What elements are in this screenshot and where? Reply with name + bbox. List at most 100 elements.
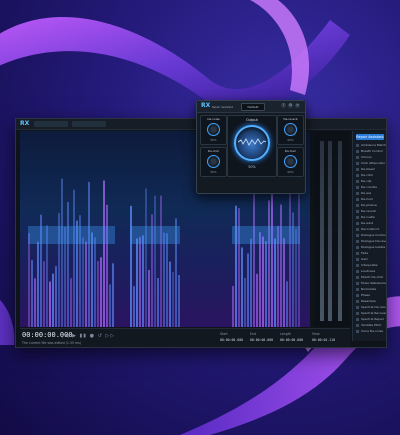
spectrogram-column: [166, 233, 168, 327]
preset-selector[interactable]: Default: [241, 103, 265, 111]
spectrogram-column: [31, 260, 33, 327]
spectrogram-band: [232, 226, 300, 244]
view-label: View: [312, 332, 320, 336]
module-item[interactable]: De-crackle: [356, 185, 386, 189]
plugin-window: RX Repair Assistant Default ? ⚙ × De-noi…: [196, 100, 306, 194]
spectrogram-column: [106, 204, 108, 327]
file-tab[interactable]: [72, 121, 106, 127]
meter-output: [338, 141, 342, 321]
spectrogram-column: [178, 275, 180, 327]
selection-start-value[interactable]: 00:00:00.000: [220, 338, 243, 342]
module-item[interactable]: Spectral Recovery: [356, 311, 386, 315]
module-item[interactable]: Fade: [356, 251, 386, 255]
module-item[interactable]: Mouth De-click: [356, 275, 386, 279]
spectrogram-column: [67, 201, 69, 327]
gear-icon[interactable]: ⚙: [288, 103, 293, 108]
selection-end-value[interactable]: 00:00:00.000: [250, 338, 273, 342]
spectrogram-column: [280, 204, 282, 327]
knob-de-hum[interactable]: De-hum 50%: [277, 147, 304, 177]
transport-controls[interactable]: |◀ ▶ ▮▮ ● ↺ ▷▷: [62, 333, 115, 339]
module-item[interactable]: De-wind: [356, 221, 386, 225]
spectrogram-column: [103, 180, 105, 327]
plugin-subtitle: Repair Assistant: [212, 106, 233, 109]
selection-start-label: Start: [220, 332, 228, 336]
module-item[interactable]: Ambience Match: [356, 143, 386, 147]
selection-length-value[interactable]: 00:00:00.000: [280, 338, 303, 342]
module-item[interactable]: Voice De-noise: [356, 329, 386, 333]
spectrogram-column: [274, 238, 276, 327]
module-item[interactable]: De-clip: [356, 179, 386, 183]
knob-icon[interactable]: [207, 123, 220, 136]
module-sidebar: Repair Assistant Ambience Match Breath Co…: [352, 131, 386, 341]
spectrogram-column: [250, 238, 252, 327]
module-item[interactable]: Dialogue De-reverb: [356, 239, 386, 243]
module-item[interactable]: Click Attenuator: [356, 161, 386, 165]
spectrogram-column: [163, 232, 165, 327]
module-item[interactable]: Breath Control: [356, 149, 386, 153]
spectrogram-band: [130, 226, 180, 244]
selection-end-label: End: [250, 332, 257, 336]
module-item[interactable]: De-click: [356, 173, 386, 177]
module-item[interactable]: Loudness: [356, 269, 386, 273]
knob-icon[interactable]: [284, 155, 297, 168]
module-item[interactable]: Spectral De-noise: [356, 305, 386, 309]
spectrogram-column: [82, 237, 84, 327]
module-item[interactable]: De-hum: [356, 197, 386, 201]
spectrogram-column: [109, 284, 111, 327]
module-item[interactable]: Spectral Repair: [356, 317, 386, 321]
spectrogram-column: [298, 181, 300, 327]
knob-icon[interactable]: [284, 123, 297, 136]
output-control[interactable]: Output 50%: [227, 115, 277, 177]
module-item[interactable]: Dialogue Isolate: [356, 245, 386, 249]
module-item[interactable]: Music Rebalance: [356, 281, 386, 285]
module-item[interactable]: Interpolate: [356, 263, 386, 267]
help-icon[interactable]: ?: [281, 103, 286, 108]
app-logo: RX: [20, 120, 30, 127]
module-item[interactable]: De-plosive: [356, 203, 386, 207]
knob-de-click[interactable]: De-click 50%: [200, 147, 227, 177]
spectrogram-column: [55, 266, 57, 327]
plugin-header: RX Repair Assistant Default ? ⚙ ×: [197, 101, 305, 113]
module-item[interactable]: Normalize: [356, 287, 386, 291]
transport-bar: 00:00:00.000 The current file was edited…: [20, 328, 350, 347]
module-item[interactable]: De-bleed: [356, 167, 386, 171]
module-item[interactable]: Dialogue Contour: [356, 233, 386, 237]
close-icon[interactable]: ×: [295, 103, 300, 108]
view-value[interactable]: 00:00:04.110: [312, 338, 335, 342]
module-item[interactable]: Gain: [356, 257, 386, 261]
module-item[interactable]: De-rustle: [356, 215, 386, 219]
module-item[interactable]: Chorus: [356, 155, 386, 159]
spectrogram-column: [142, 235, 144, 327]
repair-assistant-button[interactable]: Repair Assistant: [356, 134, 384, 140]
module-item[interactable]: Resample: [356, 299, 386, 303]
spectrogram-column: [283, 238, 285, 327]
spectrogram-column: [70, 278, 72, 327]
spectrogram-column: [94, 237, 96, 327]
spectrogram-column: [49, 281, 51, 327]
spectrogram-column: [235, 205, 237, 327]
knob-de-noise[interactable]: De-noise 50%: [200, 115, 227, 145]
spectrogram-column: [52, 273, 54, 327]
module-item[interactable]: Phase: [356, 293, 386, 297]
module-item[interactable]: Variable Pitch: [356, 323, 386, 327]
spectrogram-column: [61, 178, 63, 327]
knob-de-reverb[interactable]: De-reverb 50%: [277, 115, 304, 145]
spectrogram-column: [256, 273, 258, 327]
spectrogram-column: [97, 260, 99, 327]
spectrogram-column: [271, 178, 273, 327]
spectrogram-column: [172, 271, 174, 327]
waveform-icon: [238, 138, 266, 146]
spectrogram-column: [289, 178, 291, 327]
spectrogram-column: [136, 238, 138, 327]
spectrogram-column: [247, 253, 249, 327]
spectrogram-column: [130, 205, 132, 327]
module-item[interactable]: De-ess: [356, 191, 386, 195]
meter-left: [320, 141, 324, 321]
module-item[interactable]: Deconstruct: [356, 227, 386, 231]
level-meters: [314, 131, 350, 327]
spectrogram-column: [37, 241, 39, 327]
file-tab[interactable]: [34, 121, 68, 127]
spectrogram-column: [154, 195, 156, 327]
knob-icon[interactable]: [207, 155, 220, 168]
module-item[interactable]: De-reverb: [356, 209, 386, 213]
